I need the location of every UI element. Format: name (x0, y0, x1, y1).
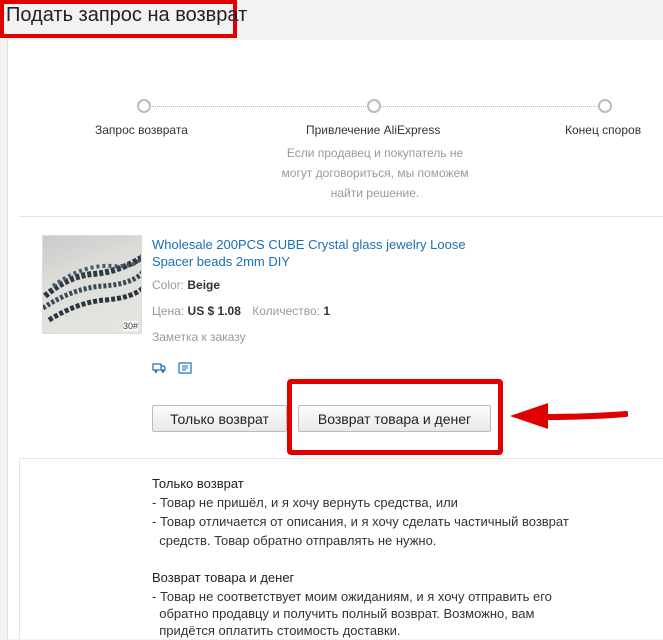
price-label: Цена: (152, 304, 185, 318)
step-dot-2 (367, 99, 381, 113)
info-return-title: Возврат товара и денег (152, 570, 295, 585)
info-refund-only-title: Только возврат (152, 476, 244, 491)
red-arrow-annotation (510, 403, 628, 429)
divider-top (19, 216, 663, 217)
product-color: Color: Beige (152, 278, 220, 292)
return-receipt-icon[interactable] (178, 361, 193, 374)
info-refund-only-line-1: - Товар не пришёл, и я хочу вернуть сред… (152, 495, 458, 510)
qty-value: 1 (323, 304, 331, 318)
divider-bottom (19, 458, 663, 459)
info-refund-only-line-3: средств. Товар обратно отправлять не нуж… (152, 533, 437, 548)
color-label: Color: (152, 278, 185, 292)
step-label-request: Запрос возврата (95, 123, 188, 137)
page-title: Подать запрос на возврат (6, 4, 248, 26)
product-thumbnail[interactable]: 30# (42, 235, 142, 334)
step-description: Если продавец и покупатель не могут дого… (281, 146, 469, 200)
order-note: Заметка к заказу (152, 330, 246, 344)
step-dot-1 (137, 99, 151, 113)
info-return-line-3: придётся оплатить стоимость доставки. (152, 623, 401, 638)
thumb-badge: 30# (122, 321, 138, 331)
refund-only-button[interactable]: Только возврат (152, 405, 287, 432)
product-icons (152, 358, 200, 376)
step-label-end: Конец споров (565, 123, 642, 137)
step-dot-3 (598, 99, 612, 113)
left-border (19, 458, 20, 639)
product-price-row: Цена: US $ 1.08 Количество: 1 (152, 304, 330, 318)
step-label-aliexpress: Привлечение AliExpress (306, 123, 441, 137)
color-value: Beige (187, 278, 221, 292)
info-refund-only-line-2: - Товар отличается от описания, и я хочу… (152, 514, 569, 529)
qty-label: Количество: (252, 304, 321, 318)
product-title-link[interactable]: Wholesale 200PCS CUBE Crystal glass jewe… (152, 236, 482, 270)
shipping-truck-icon[interactable] (152, 361, 166, 373)
price-value: US $ 1.08 (187, 304, 241, 318)
button-highlight-box (287, 379, 503, 455)
